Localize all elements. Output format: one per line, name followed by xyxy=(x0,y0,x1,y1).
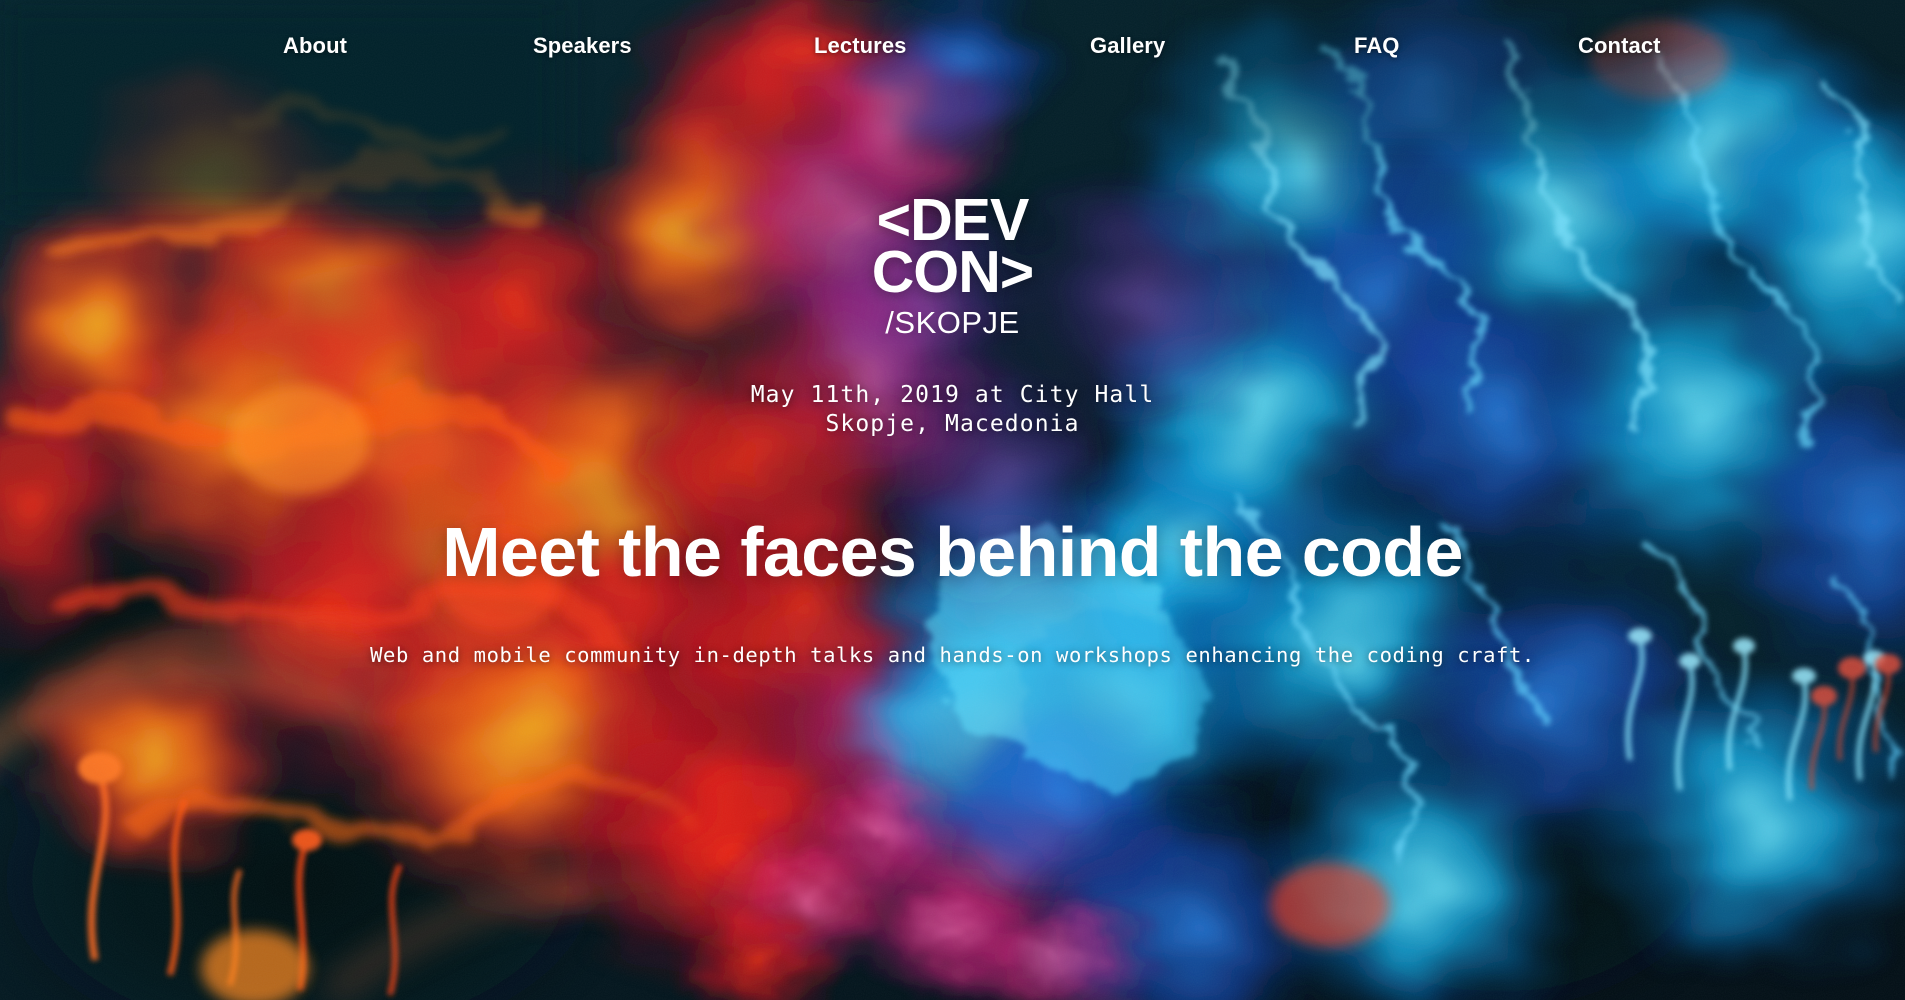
nav-item-faq[interactable]: FAQ xyxy=(1354,33,1400,59)
hero-headline: Meet the faces behind the code xyxy=(442,513,1463,591)
nav-item-lectures[interactable]: Lectures xyxy=(814,33,907,59)
nav-item-gallery[interactable]: Gallery xyxy=(1090,33,1165,59)
logo-subtitle-skopje: /SKOPJE xyxy=(885,304,1020,340)
hero-subheadline: Web and mobile community in-depth talks … xyxy=(370,643,1535,667)
event-location: Skopje, Macedonia xyxy=(825,411,1080,438)
logo-line-con: CON> xyxy=(871,238,1035,305)
site-logo[interactable]: <DEV CON> /SKOPJE xyxy=(803,191,1103,341)
hero-content: About Speakers Lectures Gallery FAQ Cont… xyxy=(0,0,1905,1000)
nav-item-speakers[interactable]: Speakers xyxy=(533,33,632,59)
nav-item-about[interactable]: About xyxy=(283,33,347,59)
hero-section: About Speakers Lectures Gallery FAQ Cont… xyxy=(0,0,1905,1000)
main-navigation: About Speakers Lectures Gallery FAQ Cont… xyxy=(0,0,1905,86)
event-date: May 11th, 2019 at City Hall xyxy=(750,382,1155,408)
event-details: May 11th, 2019 at City Hall Skopje, Mace… xyxy=(0,381,1905,440)
nav-item-contact[interactable]: Contact xyxy=(1578,33,1661,59)
